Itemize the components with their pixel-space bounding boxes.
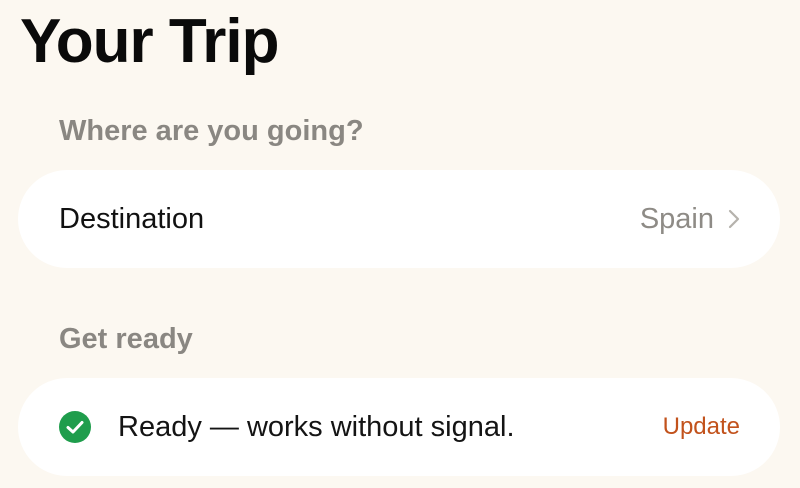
update-button[interactable]: Update (663, 413, 740, 441)
get-ready-section-header: Get ready (59, 323, 193, 355)
destination-label: Destination (59, 202, 205, 235)
destination-section-header: Where are you going? (59, 115, 364, 147)
destination-row[interactable]: Destination Spain (18, 170, 780, 268)
ready-status-text: Ready — works without signal. (118, 410, 515, 443)
destination-value: Spain (639, 202, 714, 235)
ready-status-row: Ready — works without signal. Update (18, 378, 780, 476)
page-title: Your Trip (20, 7, 280, 76)
check-circle-icon (59, 411, 91, 443)
chevron-right-icon (728, 209, 740, 229)
